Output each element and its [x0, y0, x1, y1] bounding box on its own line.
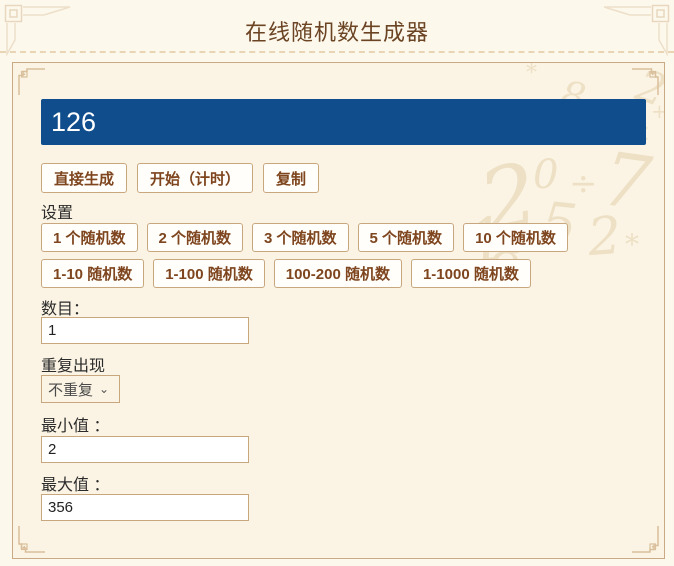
- result-display: 126: [41, 99, 646, 145]
- preset-10-random-button[interactable]: 10 个随机数: [463, 223, 568, 252]
- preset-1-random-button[interactable]: 1 个随机数: [41, 223, 138, 252]
- page-title: 在线随机数生成器: [244, 20, 429, 45]
- action-buttons: 直接生成 开始（计时） 复制: [41, 163, 320, 193]
- preset-5-random-button[interactable]: 5 个随机数: [357, 223, 455, 252]
- preset-range-1-10-button[interactable]: 1-10 随机数: [41, 259, 145, 288]
- page: 在线随机数生成器 * 8 2 0 2 ÷ 7 5 1 8 × * 2 +: [0, 0, 674, 566]
- preset-2-random-button[interactable]: 2 个随机数: [146, 223, 244, 252]
- repeat-select[interactable]: 不重复 ⌄: [41, 375, 120, 403]
- preset-range-1-100-button[interactable]: 1-100 随机数: [153, 259, 265, 288]
- range-preset-buttons: 1-10 随机数 1-100 随机数 100-200 随机数 1-1000 随机…: [41, 259, 531, 288]
- preset-range-1-1000-button[interactable]: 1-1000 随机数: [410, 259, 531, 288]
- count-label: 数目：: [41, 301, 90, 318]
- min-value-input[interactable]: [41, 436, 249, 463]
- copy-button[interactable]: 复制: [263, 163, 320, 193]
- count-input[interactable]: [41, 317, 249, 344]
- max-value-input[interactable]: [41, 494, 249, 521]
- count-preset-buttons: 1 个随机数 2 个随机数 3 个随机数 5 个随机数 10 个随机数: [41, 223, 568, 252]
- chevron-down-icon: ⌄: [99, 382, 110, 396]
- header-divider: [0, 51, 674, 53]
- main-panel: * 8 2 0 2 ÷ 7 5 1 8 × * 2 +: [12, 62, 665, 559]
- preset-range-100-200-button[interactable]: 100-200 随机数: [273, 259, 402, 288]
- settings-label: 设置: [41, 205, 74, 222]
- max-label: 最大值 ：: [41, 477, 110, 494]
- generate-button[interactable]: 直接生成: [41, 163, 128, 193]
- repeat-selected-value: 不重复: [48, 381, 94, 399]
- min-label: 最小值 ：: [41, 418, 110, 435]
- preset-3-random-button[interactable]: 3 个随机数: [252, 223, 349, 252]
- repeat-label: 重复出现: [41, 358, 106, 375]
- start-timed-button[interactable]: 开始（计时）: [137, 163, 254, 193]
